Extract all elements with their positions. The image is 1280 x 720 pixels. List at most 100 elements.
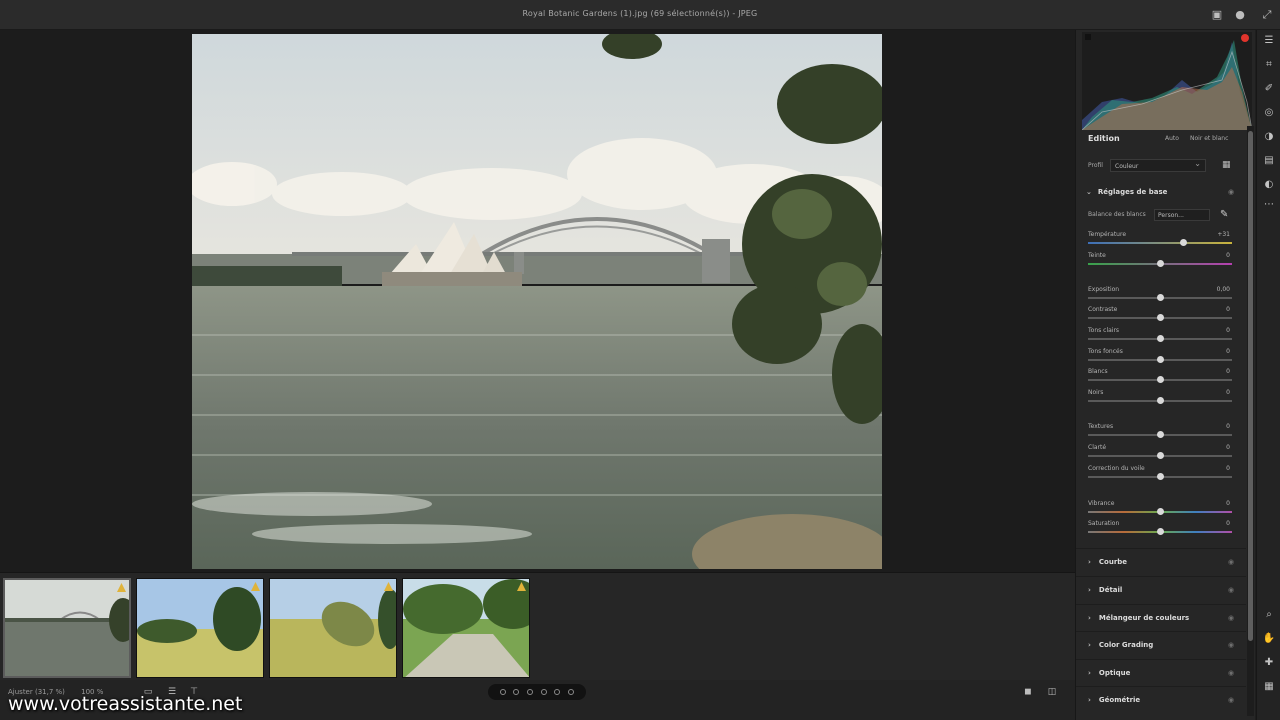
- slider-label: Vibrance: [1088, 500, 1115, 507]
- slider-value[interactable]: 0: [1194, 520, 1230, 527]
- slider-row: Vibrance 0: [1076, 500, 1246, 520]
- slider-label: Textures: [1088, 423, 1114, 430]
- section-header[interactable]: › Détail ◉: [1076, 576, 1246, 602]
- redeye-icon[interactable]: ◑: [1262, 130, 1276, 144]
- basic-section-title: Réglages de base: [1097, 188, 1168, 196]
- rating-dots[interactable]: [488, 684, 586, 700]
- compare-icon[interactable]: ◫: [1046, 687, 1058, 697]
- slider-handle[interactable]: [1157, 431, 1164, 438]
- rating-dot[interactable]: [554, 689, 561, 695]
- slider-handle[interactable]: [1157, 508, 1164, 515]
- thumbnail-path-trees[interactable]: [402, 578, 530, 678]
- slider-handle[interactable]: [1157, 528, 1164, 535]
- share-icon[interactable]: ▣: [1210, 8, 1224, 22]
- rating-dot[interactable]: [540, 689, 547, 695]
- rating-dot[interactable]: [513, 689, 520, 695]
- slider-value[interactable]: 0: [1194, 444, 1230, 451]
- slider-value[interactable]: 0: [1194, 348, 1230, 355]
- visibility-icon[interactable]: ◉: [1228, 188, 1234, 196]
- slider-value[interactable]: 0: [1194, 465, 1230, 472]
- scrollbar-thumb[interactable]: [1248, 131, 1253, 641]
- visibility-icon[interactable]: ◉: [1228, 669, 1234, 677]
- rating-dot[interactable]: [499, 689, 506, 695]
- more-icon[interactable]: ⋯: [1262, 198, 1276, 212]
- slider-row: Tons foncés 0: [1076, 348, 1246, 368]
- section-header[interactable]: › Optique ◉: [1076, 659, 1246, 685]
- slider-value[interactable]: 0: [1194, 389, 1230, 396]
- section-label: Optique: [1098, 669, 1131, 677]
- slider-handle[interactable]: [1157, 356, 1164, 363]
- hand-icon[interactable]: ✋: [1262, 632, 1276, 646]
- thumb-image: [5, 580, 129, 676]
- slider-label: Température: [1088, 231, 1127, 238]
- section-header[interactable]: › Color Grading ◉: [1076, 631, 1246, 657]
- slider-value[interactable]: 0: [1194, 327, 1230, 334]
- thumbnail-park-trees[interactable]: [136, 578, 264, 678]
- account-icon[interactable]: ●: [1233, 8, 1247, 22]
- slider-value[interactable]: 0: [1194, 306, 1230, 313]
- slider-label: Saturation: [1088, 520, 1120, 527]
- visibility-icon[interactable]: ◉: [1228, 696, 1234, 704]
- section-header[interactable]: › Courbe ◉: [1076, 548, 1246, 574]
- slider-value[interactable]: 0: [1194, 423, 1230, 430]
- sampler-icon[interactable]: ✚: [1262, 656, 1276, 670]
- slider-value[interactable]: 0: [1194, 368, 1230, 375]
- shadow-clip-indicator[interactable]: [1085, 34, 1091, 40]
- profile-select[interactable]: Couleur: [1110, 159, 1206, 172]
- slider-label: Exposition: [1088, 286, 1120, 293]
- crop-icon[interactable]: ⌗: [1262, 58, 1276, 72]
- expand-icon[interactable]: ⤢: [1260, 8, 1274, 22]
- watermark: www.votreassistante.net: [8, 693, 243, 715]
- visibility-icon[interactable]: ◉: [1228, 586, 1234, 594]
- edit-icon[interactable]: ☰: [1262, 34, 1276, 48]
- comment-icon[interactable]: ◼: [1022, 687, 1034, 697]
- section-header[interactable]: › Mélangeur de couleurs ◉: [1076, 604, 1246, 630]
- section-title: › Color Grading: [1088, 641, 1153, 649]
- slider-row: Correction du voile 0: [1076, 465, 1246, 485]
- panel-scrollbar[interactable]: [1247, 126, 1254, 716]
- basic-section-header[interactable]: ⌄ Réglages de base: [1086, 188, 1167, 196]
- white-balance-select[interactable]: Person...: [1154, 209, 1210, 221]
- main-photo[interactable]: [192, 34, 882, 569]
- zoom-icon[interactable]: ⌕: [1262, 608, 1276, 622]
- slider-label: Teinte: [1088, 252, 1106, 259]
- tool-strip: ☰ ⌗ ✐ ◎ ◑ ▤ ◐ ⋯ ⌕ ✋ ✚ ▦: [1256, 30, 1280, 720]
- slider-value[interactable]: 0: [1194, 500, 1230, 507]
- slider-handle[interactable]: [1157, 397, 1164, 404]
- rating-dot[interactable]: [527, 689, 534, 695]
- mask-icon[interactable]: ◎: [1262, 106, 1276, 120]
- slider-track[interactable]: [1088, 242, 1232, 244]
- thumbnail-opera-bridge[interactable]: [3, 578, 131, 678]
- slider-handle[interactable]: [1157, 376, 1164, 383]
- auto-button[interactable]: Auto: [1165, 135, 1179, 142]
- bw-button[interactable]: Noir et blanc: [1190, 135, 1228, 142]
- slider-value[interactable]: +31: [1194, 231, 1230, 238]
- visibility-icon[interactable]: ◉: [1228, 558, 1234, 566]
- grid-icon[interactable]: ▦: [1262, 680, 1276, 694]
- slider-handle[interactable]: [1157, 335, 1164, 342]
- slider-value[interactable]: 0: [1194, 252, 1230, 259]
- slider-handle[interactable]: [1157, 294, 1164, 301]
- slider-label: Contraste: [1088, 306, 1118, 313]
- visibility-icon[interactable]: ◉: [1228, 614, 1234, 622]
- thumbnail-topiary[interactable]: [269, 578, 397, 678]
- slider-row: Saturation 0: [1076, 520, 1246, 540]
- slider-handle[interactable]: [1157, 452, 1164, 459]
- profile-row: Profil Couleur ▦: [1076, 157, 1246, 175]
- section-header[interactable]: › Géométrie ◉: [1076, 686, 1246, 712]
- chevron-right-icon: ›: [1088, 669, 1091, 677]
- visibility-icon[interactable]: ◉: [1228, 641, 1234, 649]
- profile-browser-icon[interactable]: ▦: [1222, 160, 1231, 170]
- slider-handle[interactable]: [1180, 239, 1188, 246]
- highlight-clip-indicator[interactable]: [1241, 34, 1249, 42]
- eyedropper-icon[interactable]: ✎: [1220, 209, 1228, 220]
- slider-handle[interactable]: [1157, 473, 1164, 480]
- snapshots-icon[interactable]: ◐: [1262, 178, 1276, 192]
- slider-handle[interactable]: [1157, 260, 1164, 267]
- slider-handle[interactable]: [1157, 314, 1164, 321]
- slider-value[interactable]: 0,00: [1194, 286, 1230, 293]
- section-label: Détail: [1098, 586, 1123, 594]
- presets-icon[interactable]: ▤: [1262, 154, 1276, 168]
- heal-icon[interactable]: ✐: [1262, 82, 1276, 96]
- rating-dot[interactable]: [568, 689, 575, 695]
